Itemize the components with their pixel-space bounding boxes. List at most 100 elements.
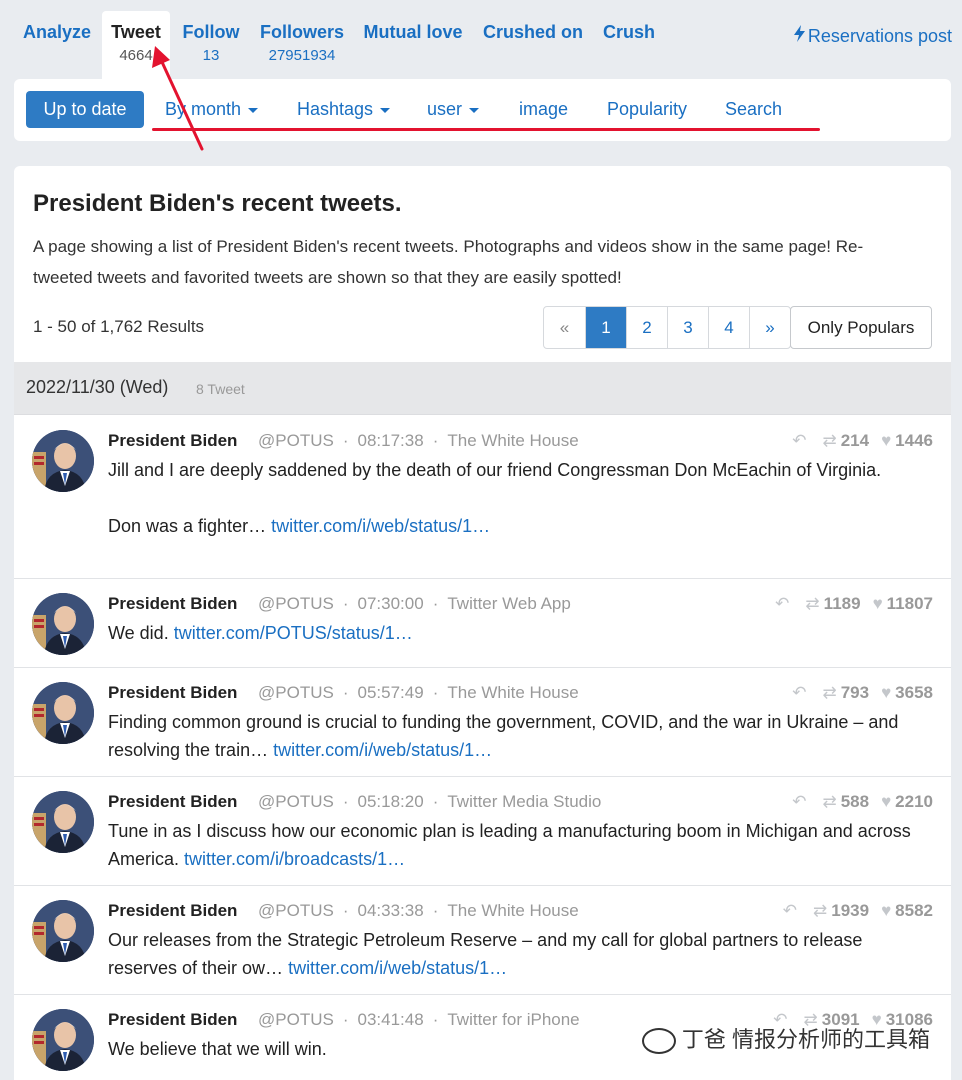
tweet-author-name[interactable]: President Biden <box>108 594 237 614</box>
pager-page-2[interactable]: 2 <box>626 307 667 348</box>
separator-dot: · <box>432 594 439 613</box>
pager-page-3[interactable]: 3 <box>667 307 708 348</box>
tweet-source: The White House <box>447 901 579 920</box>
tab-tweet[interactable]: Tweet 4664 <box>102 11 170 80</box>
tweet-handle[interactable]: @POTUS <box>258 901 334 920</box>
heart-icon[interactable]: ♥ <box>881 792 891 812</box>
pager-page-4[interactable]: 4 <box>708 307 749 348</box>
heart-icon[interactable]: ♥ <box>873 594 883 614</box>
avatar[interactable] <box>32 593 94 655</box>
tweet-meta: @POTUS · 08:17:38 · The White House <box>258 431 579 451</box>
up-to-date-button[interactable]: Up to date <box>26 91 144 128</box>
avatar[interactable] <box>32 791 94 853</box>
page-title: President Biden's recent tweets. <box>33 190 402 217</box>
tweet-row: President Biden @POTUS · 05:57:49 · The White… <box>14 668 951 777</box>
page-description: A page showing a list of President Biden… <box>33 237 864 287</box>
separator-dot: · <box>432 1010 439 1029</box>
only-populars-button[interactable]: Only Populars <box>790 306 932 349</box>
reply-icon[interactable]: ↶ <box>792 792 806 812</box>
tab-count: 4664 <box>119 47 153 64</box>
separator-dot: · <box>432 792 439 811</box>
retweet-icon[interactable]: ⇄ <box>822 683 836 703</box>
tweet-author-name[interactable]: President Biden <box>108 683 237 703</box>
tweet-time[interactable]: 08:17:38 <box>358 431 424 450</box>
reservations-post-label: Reservations post <box>807 26 952 46</box>
avatar[interactable] <box>32 900 94 962</box>
day-date: 2022/11/30 (Wed) <box>26 377 169 397</box>
tweet-text: Our releases from the Strategic Petroleu… <box>108 926 928 982</box>
tweet-handle[interactable]: @POTUS <box>258 594 334 613</box>
pager-page-1[interactable]: 1 <box>585 307 626 348</box>
avatar[interactable] <box>32 682 94 744</box>
tweet-time[interactable]: 04:33:38 <box>358 901 424 920</box>
tweet-text: Jill and I are deeply saddened by the de… <box>108 456 928 540</box>
pager-next[interactable]: » <box>749 307 790 348</box>
tweet-handle[interactable]: @POTUS <box>258 431 334 450</box>
retweet-icon[interactable]: ⇄ <box>813 901 827 921</box>
tweet-author-name[interactable]: President Biden <box>108 792 237 812</box>
tweet-meta: @POTUS · 04:33:38 · The White House <box>258 901 579 921</box>
tab-label: Crushed on <box>482 22 583 42</box>
retweet-icon[interactable]: ⇄ <box>822 792 836 812</box>
reply-icon[interactable]: ↶ <box>783 901 797 921</box>
tweet-stats: ↶ ⇄ 1939 ♥ 8582 <box>771 901 933 921</box>
retweet-count: 588 <box>840 792 870 811</box>
user-dropdown[interactable]: user <box>427 99 480 120</box>
tab-crushed-on[interactable]: Crushed on <box>478 11 588 80</box>
tweet-meta: @POTUS · 03:41:48 · Twitter for iPhone <box>258 1010 580 1030</box>
tweet-author-name[interactable]: President Biden <box>108 431 237 451</box>
retweet-icon[interactable]: ⇄ <box>805 594 819 614</box>
retweet-count: 1189 <box>823 594 861 613</box>
tweet-stats: ↶ ⇄ 793 ♥ 3658 <box>780 683 933 703</box>
tweet-handle[interactable]: @POTUS <box>258 792 334 811</box>
reply-icon[interactable]: ↶ <box>792 431 806 451</box>
tab-label: Crush <box>602 22 655 42</box>
tweet-source: The White House <box>447 431 579 450</box>
tweet-row: President Biden @POTUS · 07:30:00 · Twitter W… <box>14 579 951 668</box>
avatar[interactable] <box>32 1009 94 1071</box>
tweet-time[interactable]: 05:57:49 <box>358 683 424 702</box>
caret-down-icon <box>469 107 480 113</box>
tweet-handle[interactable]: @POTUS <box>258 1010 334 1029</box>
tab-mutual-love[interactable]: Mutual love <box>360 11 466 80</box>
tweet-body: Finding common ground is crucial to fund… <box>108 712 904 760</box>
tweet-link[interactable]: twitter.com/POTUS/status/1… <box>174 623 413 643</box>
heart-icon[interactable]: ♥ <box>881 431 891 451</box>
retweet-icon[interactable]: ⇄ <box>822 431 836 451</box>
tweet-link[interactable]: twitter.com/i/web/status/1… <box>288 958 507 978</box>
tweet-link[interactable]: twitter.com/i/web/status/1… <box>273 740 492 760</box>
tab-label: Followers <box>259 22 344 42</box>
image-link[interactable]: image <box>519 99 568 120</box>
tab-followers[interactable]: Followers 27951934 <box>254 11 350 80</box>
heart-icon[interactable]: ♥ <box>881 901 891 921</box>
reply-icon[interactable]: ↶ <box>775 594 789 614</box>
tweet-time[interactable]: 03:41:48 <box>358 1010 424 1029</box>
tweet-time[interactable]: 05:18:20 <box>358 792 424 811</box>
reservations-post-link[interactable]: Reservations post <box>793 25 952 47</box>
heart-icon[interactable]: ♥ <box>881 683 891 703</box>
tweet-link[interactable]: twitter.com/i/broadcasts/1… <box>184 849 405 869</box>
tweet-author-name[interactable]: President Biden <box>108 901 237 921</box>
like-count: 3658 <box>895 683 933 702</box>
tab-analyze[interactable]: Analyze <box>14 11 100 80</box>
search-link[interactable]: Search <box>725 99 782 120</box>
pagination: « 1 2 3 4 » <box>543 306 791 349</box>
tweet-handle[interactable]: @POTUS <box>258 683 334 702</box>
tab-label: Follow <box>182 22 240 42</box>
tweet-author-name[interactable]: President Biden <box>108 1010 237 1030</box>
by-month-dropdown[interactable]: By month <box>165 99 259 120</box>
tweet-time[interactable]: 07:30:00 <box>358 594 424 613</box>
bolt-icon <box>793 25 805 47</box>
tab-crush[interactable]: Crush <box>598 11 660 80</box>
tab-follow[interactable]: Follow 13 <box>176 11 246 80</box>
avatar[interactable] <box>32 430 94 492</box>
pager-prev[interactable]: « <box>544 307 585 348</box>
tweet-stats: ↶ ⇄ 588 ♥ 2210 <box>780 792 933 812</box>
tweet-text: We did. twitter.com/POTUS/status/1… <box>108 619 928 647</box>
separator-dot: · <box>342 594 349 613</box>
popularity-link[interactable]: Popularity <box>607 99 687 120</box>
caret-down-icon <box>380 107 391 113</box>
reply-icon[interactable]: ↶ <box>792 683 806 703</box>
hashtags-dropdown[interactable]: Hashtags <box>297 99 391 120</box>
tweet-link[interactable]: twitter.com/i/web/status/1… <box>271 516 490 536</box>
